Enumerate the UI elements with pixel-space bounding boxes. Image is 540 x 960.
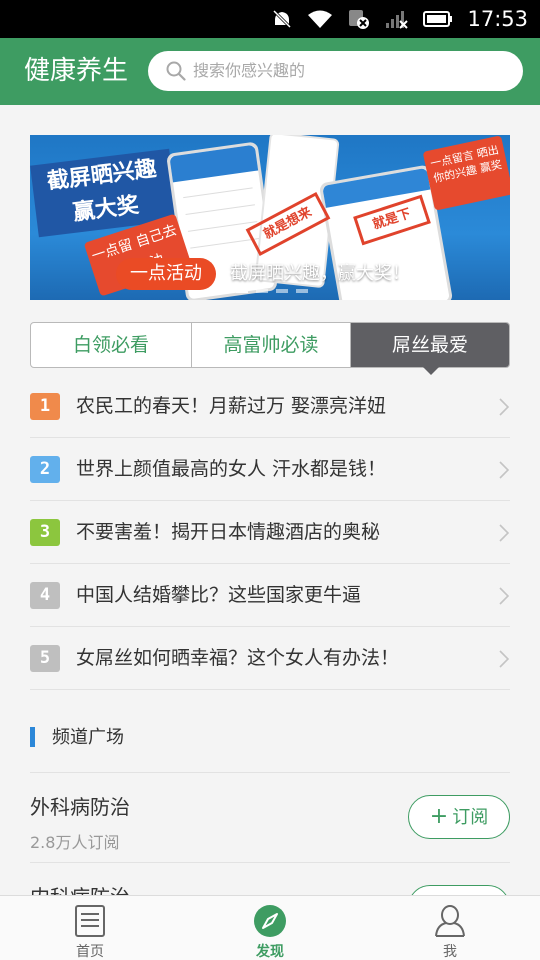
chevron-right-icon: [499, 461, 510, 479]
nav-home[interactable]: 首页: [0, 896, 180, 960]
compass-icon: [254, 905, 286, 937]
list-item[interactable]: 1 农民工的春天！月薪过万 娶漂亮洋妞: [30, 375, 510, 438]
article-title: 农民工的春天！月薪过万 娶漂亮洋妞: [76, 395, 387, 417]
list-item[interactable]: 2 世界上颜值最高的女人 汗水都是钱！: [30, 438, 510, 501]
rank-badge: 2: [30, 456, 60, 483]
chevron-right-icon: [499, 524, 510, 542]
rank-badge: 5: [30, 645, 60, 672]
section-accent-bar: [30, 727, 35, 747]
chevron-right-icon: [499, 398, 510, 416]
banner-badge: 一点活动: [116, 258, 216, 290]
channel-name: 外科病防治: [30, 795, 130, 819]
rank-badge: 4: [30, 582, 60, 609]
list-item[interactable]: 3 不要害羞！揭开日本情趣酒店的奥秘: [30, 501, 510, 564]
channel-name: 内科病防治: [30, 881, 130, 895]
category-tabs: 白领必看 高富帅必读 屌丝最爱: [30, 322, 510, 375]
sim-card-no-signal-icon: [349, 10, 370, 29]
list-item[interactable]: 5 女屌丝如何晒幸福？这个女人有办法！: [30, 627, 510, 690]
page-title: 健康养生: [24, 56, 129, 86]
rank-badge: 3: [30, 519, 60, 546]
banner-caption-text: 截屏晒兴趣，赢大奖！: [230, 263, 410, 284]
search-input[interactable]: 搜索你感兴趣的: [148, 51, 523, 91]
article-title: 世界上颜值最高的女人 汗水都是钱！: [76, 458, 387, 480]
banner-note: 一点留言 晒出 你的兴趣 赢奖: [422, 135, 510, 211]
tab-rich-handsome[interactable]: 高富帅必读: [191, 323, 350, 367]
article-title: 中国人结婚攀比？这些国家更牛逼: [76, 584, 362, 606]
article-title: 不要害羞！揭开日本情趣酒店的奥秘: [76, 521, 381, 543]
nav-label: 发现: [256, 944, 284, 960]
main-content[interactable]: 截屏晒兴趣 赢大奖 一点留 自己去留 加油 就是想来 就是下 一点留言 晒出 你…: [0, 105, 540, 895]
search-placeholder: 搜索你感兴趣的: [193, 61, 306, 80]
nav-discover[interactable]: 发现: [180, 896, 360, 960]
selected-tab-pointer: [423, 367, 439, 375]
channel-item[interactable]: 内科病防治 +订阅: [30, 863, 510, 895]
nav-label: 首页: [76, 944, 104, 960]
signal-off-icon: [386, 11, 409, 29]
wifi-icon: [308, 10, 333, 28]
tab-label: 白领必看: [72, 334, 149, 356]
tab-white-collar[interactable]: 白领必看: [31, 323, 191, 367]
search-icon: [166, 61, 186, 81]
banner-dot[interactable]: [256, 289, 268, 293]
tab-label: 高富帅必读: [223, 334, 319, 356]
status-icons: 17:53: [271, 0, 528, 38]
bottom-navigation: 首页 发现 我: [0, 895, 540, 960]
section-title: 频道广场: [52, 727, 124, 748]
battery-icon: [423, 11, 453, 27]
tab-label: 屌丝最爱: [391, 334, 468, 356]
rank-badge: 1: [30, 393, 60, 420]
article-title: 女屌丝如何晒幸福？这个女人有办法！: [76, 647, 400, 669]
promo-banner[interactable]: 截屏晒兴趣 赢大奖 一点留 自己去留 加油 就是想来 就是下 一点留言 晒出 你…: [30, 135, 510, 300]
status-time: 17:53: [467, 7, 528, 31]
channel-subscriber-count: 2.8万人订阅: [30, 833, 120, 852]
subscribe-label: 订阅: [452, 807, 489, 828]
banner-pagination: [236, 289, 308, 293]
mute-icon: [273, 9, 292, 29]
status-bar: 17:53: [0, 0, 540, 38]
chevron-right-icon: [499, 650, 510, 668]
subscribe-button[interactable]: +订阅: [408, 795, 510, 839]
list-item[interactable]: 4 中国人结婚攀比？这些国家更牛逼: [30, 564, 510, 627]
banner-dot[interactable]: [236, 289, 248, 293]
user-icon: [435, 905, 465, 937]
channel-item[interactable]: 外科病防治 2.8万人订阅 + 订阅: [30, 773, 510, 863]
app-header: 健康养生 搜索你感兴趣的: [0, 38, 540, 105]
nav-me[interactable]: 我: [360, 896, 540, 960]
banner-caption: 一点活动 截屏晒兴趣，赢大奖！: [30, 257, 510, 293]
ranked-article-list: 1 农民工的春天！月薪过万 娶漂亮洋妞 2 世界上颜值最高的女人 汗水都是钱！ …: [30, 375, 510, 690]
banner-dot[interactable]: [276, 289, 288, 293]
chevron-right-icon: [499, 587, 510, 605]
document-icon: [75, 905, 105, 937]
subscribe-button[interactable]: +订阅: [408, 885, 510, 895]
tab-diaosi-favorite[interactable]: 屌丝最爱: [350, 323, 509, 375]
nav-label: 我: [443, 944, 457, 960]
plus-icon: +: [429, 804, 449, 829]
banner-dot[interactable]: [296, 289, 308, 293]
